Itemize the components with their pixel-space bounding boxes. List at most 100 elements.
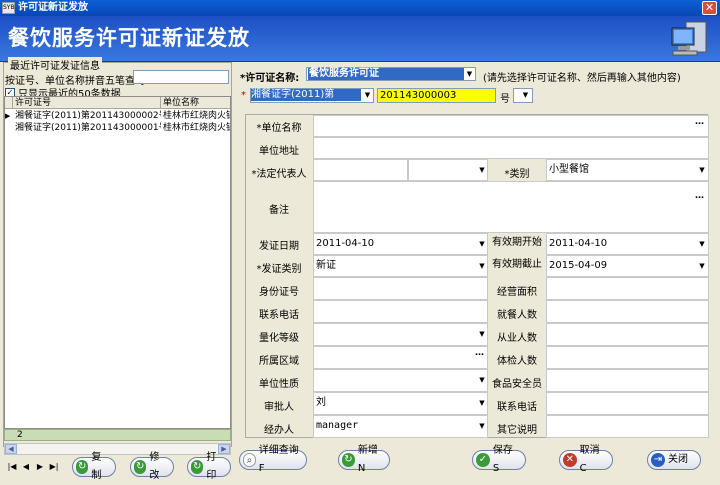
refresh-icon: ↻ <box>76 460 89 474</box>
chevron-down-icon[interactable]: ▼ <box>477 262 487 270</box>
refresh-icon: ↻ <box>191 460 204 474</box>
region-input[interactable] <box>313 346 488 369</box>
chevron-down-icon[interactable]: ▼ <box>697 166 707 174</box>
issue-date-label: 发证日期 <box>259 241 299 252</box>
valid-end-input[interactable]: 2015-04-09 <box>546 255 709 277</box>
issue-date-input[interactable]: 2011-04-10 <box>313 233 488 255</box>
chevron-down-icon[interactable]: ▼ <box>362 89 373 101</box>
approver-label: 审批人 <box>264 402 294 413</box>
row-license: 湘餐证字(2011)第201143000002号 <box>15 111 161 121</box>
grade-select[interactable] <box>313 323 488 346</box>
hao-label: 号 <box>500 94 510 105</box>
nav-next-button[interactable]: ▶ <box>34 461 46 473</box>
unit-address-input[interactable] <box>313 137 709 159</box>
chevron-down-icon[interactable]: ▼ <box>697 262 707 270</box>
horizontal-scrollbar[interactable]: ◀ ▶ <box>4 443 231 455</box>
area-input[interactable] <box>546 277 709 300</box>
nav-first-button[interactable]: |◀ <box>6 461 18 473</box>
print-button[interactable]: ↻ 打印 <box>187 452 231 481</box>
ellipsis-icon[interactable]: … <box>695 191 704 201</box>
chevron-down-icon[interactable]: ▼ <box>477 399 487 407</box>
unit-name-input[interactable] <box>313 115 709 137</box>
window-close-button[interactable]: ✕ <box>702 1 717 15</box>
diners-input[interactable] <box>546 300 709 323</box>
table-row[interactable]: ▶ 湘餐证字(2011)第201143000002号 桂林市红烧肉火锅 <box>5 110 230 122</box>
detail-query-label: 详细查询F <box>258 445 299 474</box>
search-input[interactable] <box>133 70 229 84</box>
other-input[interactable] <box>546 415 709 438</box>
window-title: 许可证新证发放 <box>18 2 88 13</box>
license-number-input[interactable]: 201143000003 <box>377 88 496 103</box>
staff-input[interactable] <box>546 323 709 346</box>
page-title: 餐饮服务许可证新证发放 <box>8 26 250 50</box>
ellipsis-icon[interactable]: … <box>695 117 704 127</box>
phone-input[interactable] <box>313 300 488 323</box>
x-icon: ✕ <box>563 453 577 467</box>
legal-rep-select[interactable] <box>408 159 488 181</box>
refresh-icon: ↻ <box>134 460 147 474</box>
cancel-button[interactable]: ✕ 取消C <box>559 445 613 474</box>
safety-officer-label: 食品安全员 <box>492 379 542 390</box>
grid-column-license[interactable]: 许可证号 <box>13 97 161 109</box>
close-label: 关闭 <box>668 454 688 465</box>
grid-corner <box>5 97 13 109</box>
region-label: 所属区域 <box>259 356 299 367</box>
chevron-down-icon[interactable]: ▼ <box>477 376 487 384</box>
window-title-bar: 许可证新证发放 <box>0 0 720 16</box>
id-card-label: 身份证号 <box>259 287 299 298</box>
safety-officer-input[interactable] <box>546 369 709 392</box>
category-select[interactable]: 小型餐馆 <box>546 159 709 181</box>
save-button[interactable]: ✓ 保存S <box>472 445 526 474</box>
handler-select[interactable]: manager <box>313 415 488 438</box>
license-name-value: 餐饮服务许可证 <box>308 68 466 80</box>
save-label: 保存S <box>492 445 513 474</box>
issue-type-label: *发证类别 <box>256 264 302 275</box>
valid-start-input[interactable]: 2011-04-10 <box>546 233 709 255</box>
exit-icon: ⇥ <box>651 453 665 467</box>
contact-phone-input[interactable] <box>546 392 709 415</box>
grid-column-unit[interactable]: 单位名称 <box>161 97 230 109</box>
staff-label: 从业人数 <box>497 333 537 344</box>
other-label: 其它说明 <box>497 425 537 436</box>
diners-label: 就餐人数 <box>497 310 537 321</box>
valid-end-label: 有效期截止 <box>492 259 542 270</box>
ellipsis-icon[interactable]: … <box>475 348 484 358</box>
print-label: 打印 <box>206 452 217 481</box>
nav-last-button[interactable]: ▶| <box>48 461 60 473</box>
copy-label: 复制 <box>91 452 102 481</box>
legal-rep-label: *法定代表人 <box>251 169 307 180</box>
row-pointer-icon: ▶ <box>5 112 11 120</box>
chevron-down-icon[interactable]: ▼ <box>697 240 707 248</box>
pc-icon <box>671 21 707 56</box>
approver-select[interactable]: 刘 <box>313 392 488 415</box>
unit-nature-select[interactable] <box>313 369 488 392</box>
remarks-input[interactable] <box>313 181 709 233</box>
chevron-down-icon[interactable]: ▼ <box>477 240 487 248</box>
scroll-left-icon[interactable]: ◀ <box>5 444 17 454</box>
area-label: 经营面积 <box>497 287 537 298</box>
add-label: 新增N <box>357 445 378 474</box>
detail-query-button[interactable]: ⌕ 详细查询F <box>239 445 307 474</box>
unit-nature-label: 单位性质 <box>259 379 299 390</box>
issue-type-select[interactable]: 新证 <box>313 255 488 277</box>
grade-label: 量化等级 <box>259 333 299 344</box>
legal-rep-input[interactable] <box>313 159 408 181</box>
license-grid[interactable]: 许可证号 单位名称 ▶ 湘餐证字(2011)第201143000002号 桂林市… <box>4 96 231 429</box>
add-button[interactable]: ↻ 新增N <box>338 445 390 474</box>
table-row[interactable]: 湘餐证字(2011)第201143000001号 桂林市红烧肉火锅 <box>5 122 230 134</box>
nav-prev-button[interactable]: ◀ <box>20 461 32 473</box>
id-card-input[interactable] <box>313 277 488 300</box>
checked-staff-input[interactable] <box>546 346 709 369</box>
license-name-label: *许可证名称: <box>240 73 300 84</box>
chevron-down-icon[interactable]: ▼ <box>464 68 475 80</box>
close-button[interactable]: ⇥ 关闭 <box>647 450 701 470</box>
chevron-down-icon[interactable]: ▼ <box>477 166 487 174</box>
modify-button[interactable]: ↻ 修改 <box>130 452 174 481</box>
chevron-down-icon[interactable]: ▼ <box>477 330 487 338</box>
remarks-label: 备注 <box>269 205 289 216</box>
chevron-down-icon[interactable]: ▼ <box>520 89 531 101</box>
copy-button[interactable]: ↻ 复制 <box>72 452 116 481</box>
checked-staff-label: 体检人数 <box>497 356 537 367</box>
chevron-down-icon[interactable]: ▼ <box>477 422 487 430</box>
check-icon: ✓ <box>476 453 490 467</box>
